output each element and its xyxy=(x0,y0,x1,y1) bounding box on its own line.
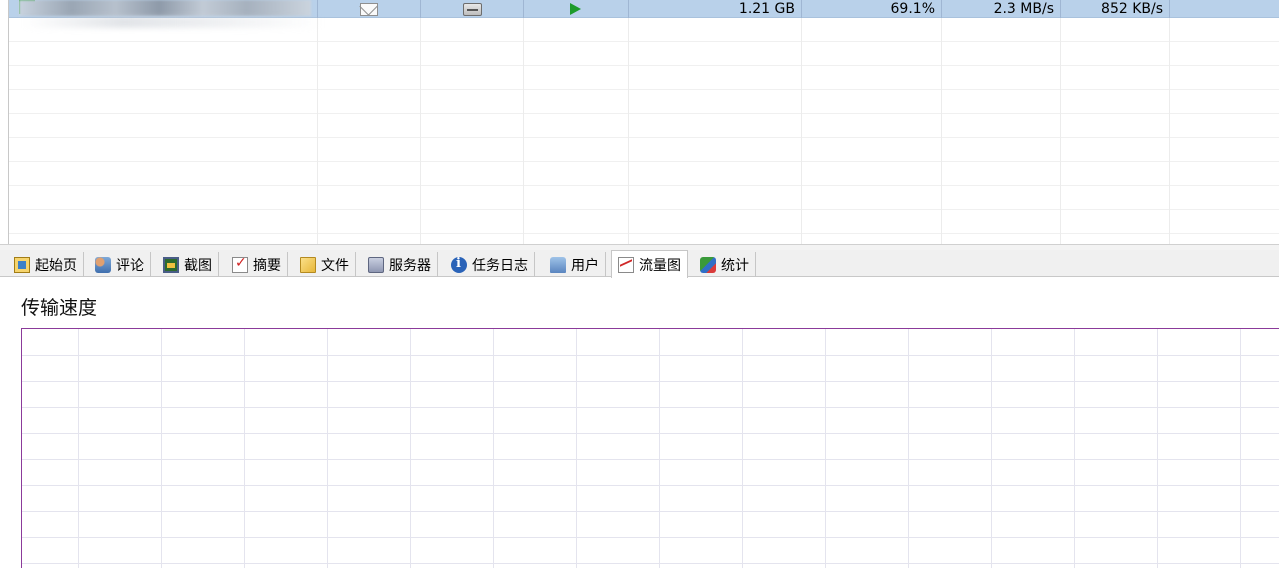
tab-start-page[interactable]: 起始页 xyxy=(8,252,84,277)
column-divider xyxy=(941,0,942,244)
drive-icon[interactable] xyxy=(463,3,482,16)
screenshot-icon xyxy=(163,256,179,273)
grid-line-horizontal xyxy=(22,537,1279,538)
file-icon xyxy=(300,256,316,273)
tab-files[interactable]: 文件 xyxy=(294,252,356,277)
list-row-empty xyxy=(9,138,1279,162)
grid-line-horizontal xyxy=(22,381,1279,382)
tab-label: 统计 xyxy=(721,257,749,274)
tab-servers[interactable]: 服务器 xyxy=(362,252,438,277)
grid-line-vertical xyxy=(410,329,411,568)
list-row-empty xyxy=(9,42,1279,66)
tab-comments[interactable]: 评论 xyxy=(89,252,151,277)
traffic-panel: 传输速度 xyxy=(0,277,1279,568)
traffic-chart-icon xyxy=(618,256,634,273)
download-list: 1.21 GB 69.1% 2.3 MB/s 852 KB/s xyxy=(0,0,1279,244)
play-icon[interactable] xyxy=(570,3,581,15)
detail-tabs: 起始页 评论 截图 摘要 文件 服务器 任务日志 用户 流量图 统计 xyxy=(0,250,1279,278)
grid-line-horizontal xyxy=(22,511,1279,512)
task-log-icon xyxy=(451,256,467,273)
statistics-icon xyxy=(700,256,716,273)
list-row-empty xyxy=(9,66,1279,90)
users-icon xyxy=(550,256,566,273)
tab-label: 用户 xyxy=(571,257,599,274)
task-name-blurred xyxy=(19,0,311,16)
column-divider xyxy=(420,0,421,18)
home-icon xyxy=(14,256,30,273)
tab-label: 流量图 xyxy=(639,257,681,274)
grid-line-vertical xyxy=(908,329,909,568)
grid-line-horizontal xyxy=(22,433,1279,434)
list-row-empty xyxy=(9,186,1279,210)
server-icon xyxy=(368,256,384,273)
comment-icon xyxy=(95,256,111,273)
grid-line-horizontal xyxy=(22,563,1279,564)
tab-label: 服务器 xyxy=(389,257,431,274)
task-download-speed: 2.3 MB/s xyxy=(993,1,1054,17)
chart-title: 传输速度 xyxy=(21,297,98,319)
summary-icon xyxy=(232,255,248,273)
grid-line-vertical xyxy=(1074,329,1075,568)
column-divider xyxy=(628,0,629,244)
column-divider xyxy=(420,0,421,244)
tab-traffic-chart[interactable]: 流量图 xyxy=(611,250,688,278)
grid-line-vertical xyxy=(244,329,245,568)
task-size: 1.21 GB xyxy=(738,1,795,17)
grid-line-horizontal xyxy=(22,355,1279,356)
grid-line-horizontal xyxy=(22,485,1279,486)
task-upload-speed: 852 KB/s xyxy=(1101,1,1163,17)
grid-line-vertical xyxy=(659,329,660,568)
list-row-empty xyxy=(9,90,1279,114)
column-divider xyxy=(1169,0,1170,18)
grid-line-horizontal xyxy=(22,407,1279,408)
transfer-speed-plot xyxy=(21,328,1279,568)
tab-users[interactable]: 用户 xyxy=(544,252,606,277)
column-divider xyxy=(523,0,524,244)
tab-screenshots[interactable]: 截图 xyxy=(157,252,219,277)
grid-line-vertical xyxy=(1240,329,1241,568)
column-divider xyxy=(523,0,524,18)
column-divider xyxy=(1060,0,1061,244)
tab-label: 任务日志 xyxy=(472,257,528,274)
grid-line-vertical xyxy=(576,329,577,568)
grid-line-vertical xyxy=(825,329,826,568)
tab-task-log[interactable]: 任务日志 xyxy=(445,252,535,277)
tab-label: 截图 xyxy=(184,257,212,274)
grid-line-horizontal xyxy=(22,459,1279,460)
grid-line-vertical xyxy=(78,329,79,568)
grid-line-vertical xyxy=(493,329,494,568)
tab-label: 摘要 xyxy=(253,257,281,274)
list-row-empty xyxy=(9,162,1279,186)
column-divider xyxy=(317,0,318,244)
mail-icon[interactable] xyxy=(360,3,378,16)
download-list-body: 1.21 GB 69.1% 2.3 MB/s 852 KB/s xyxy=(8,0,1279,244)
list-row-empty xyxy=(9,210,1279,234)
tab-label: 评论 xyxy=(116,257,144,274)
column-divider xyxy=(1169,0,1170,244)
tab-label: 文件 xyxy=(321,257,349,274)
grid-line-vertical xyxy=(991,329,992,568)
grid-line-vertical xyxy=(1157,329,1158,568)
tab-summary[interactable]: 摘要 xyxy=(226,252,288,277)
tab-label: 起始页 xyxy=(35,257,77,274)
grid-line-vertical xyxy=(742,329,743,568)
tab-statistics[interactable]: 统计 xyxy=(694,252,756,277)
task-progress: 69.1% xyxy=(890,1,935,17)
column-divider xyxy=(801,0,802,244)
grid-line-vertical xyxy=(161,329,162,568)
list-row-empty xyxy=(9,114,1279,138)
task-name-blur-overflow xyxy=(23,16,323,28)
grid-line-vertical xyxy=(327,329,328,568)
